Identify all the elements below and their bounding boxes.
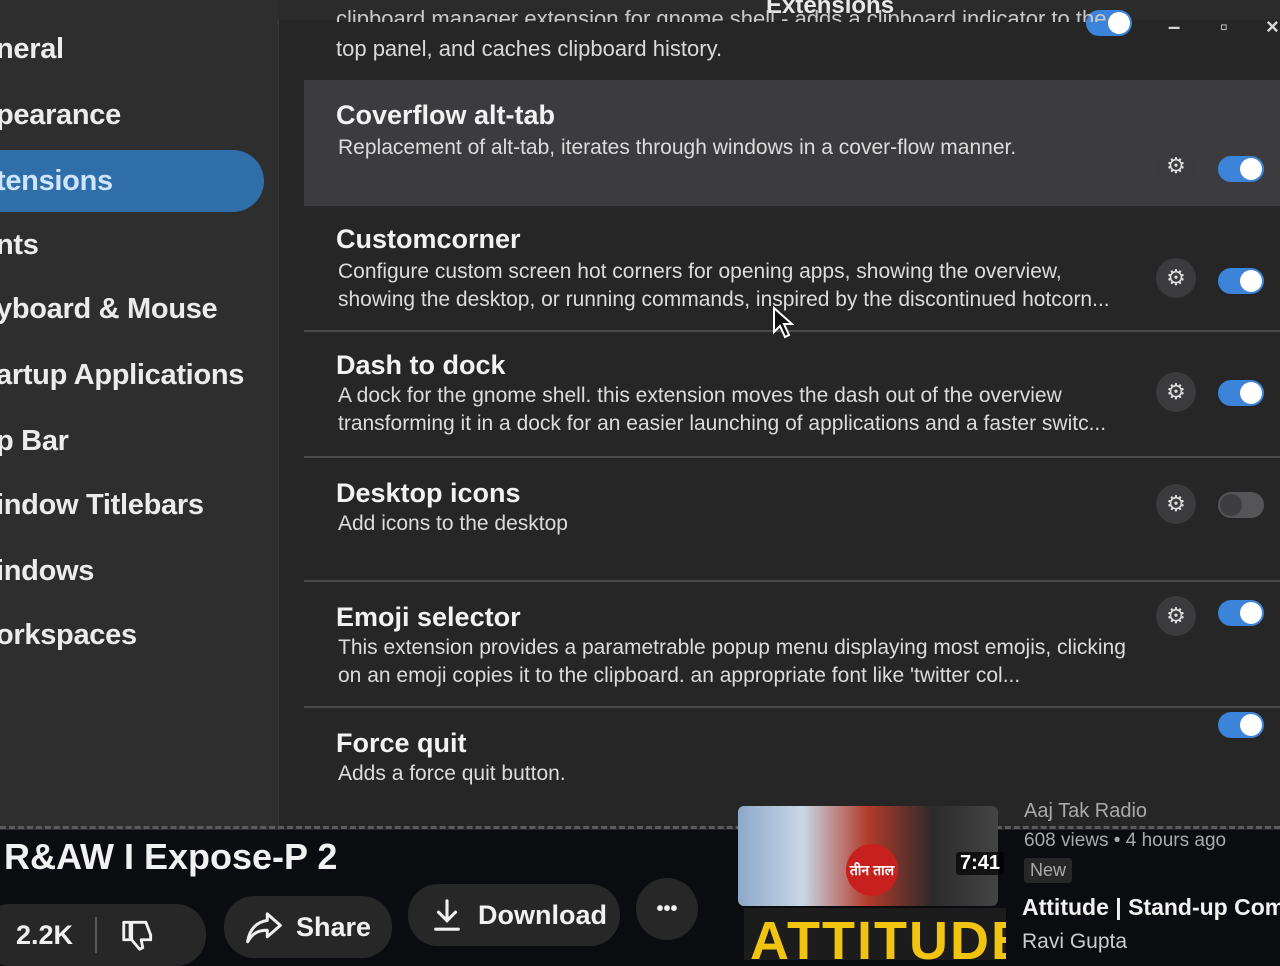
channel-name[interactable]: Ravi Gupta xyxy=(1022,930,1127,954)
extension-desc: Adds a force quit button. xyxy=(338,762,566,785)
download-icon xyxy=(434,899,460,931)
more-actions-button[interactable]: ••• xyxy=(636,878,698,940)
extension-row[interactable]: Coverflow alt-tab Replacement of alt-tab… xyxy=(304,80,1280,206)
download-button[interactable]: Download xyxy=(408,884,620,946)
view-count: 608 views xyxy=(1024,830,1109,851)
sidebar-item-keyboard-mouse[interactable]: yboard & Mouse xyxy=(0,278,262,340)
extension-name: Coverflow alt-tab xyxy=(336,100,556,130)
sidebar-item-extensions[interactable]: tensions xyxy=(0,150,264,212)
extension-toggle[interactable] xyxy=(1218,712,1264,738)
extension-name: Force quit xyxy=(336,728,467,758)
upload-age: 4 hours ago xyxy=(1125,830,1227,851)
extensions-list: clipboard manager extension for gnome sh… xyxy=(304,0,1280,820)
extension-name: Customcorner xyxy=(336,224,521,254)
video-title-link[interactable]: Attitude | Stand-up Comedy xyxy=(1022,894,1280,921)
thumbnail-text: ATTITUDE xyxy=(750,911,1006,960)
extension-name: Emoji selector xyxy=(336,602,521,632)
share-icon xyxy=(246,912,282,944)
previous-extension-desc: top panel, and caches clipboard history. xyxy=(336,36,723,61)
extension-toggle[interactable] xyxy=(1218,380,1264,406)
mouse-cursor-icon xyxy=(773,306,794,339)
settings-sidebar: neral pearance tensions nts yboard & Mou… xyxy=(0,0,279,830)
extension-desc: Configure custom screen hot corners for … xyxy=(338,260,1110,311)
share-button[interactable]: Share xyxy=(224,896,392,958)
share-label: Share xyxy=(296,911,372,942)
sidebar-item-fonts[interactable]: nts xyxy=(0,214,262,276)
toggle-knob xyxy=(1220,494,1242,516)
gear-icon[interactable]: ⚙ xyxy=(1156,372,1196,412)
video-duration: 7:41 xyxy=(956,852,1005,875)
gear-icon[interactable]: ⚙ xyxy=(1156,596,1196,636)
divider xyxy=(95,917,98,953)
dislike-icon[interactable] xyxy=(119,916,157,954)
meta-separator: • xyxy=(1113,830,1126,851)
extension-row[interactable]: Desktop icons Add icons to the desktop ⚙ xyxy=(304,458,1280,582)
toggle-knob xyxy=(1240,382,1262,404)
sidebar-item-top-bar[interactable]: p Bar xyxy=(0,410,262,472)
sidebar-item-appearance[interactable]: pearance xyxy=(0,84,262,146)
extension-toggle[interactable] xyxy=(1218,268,1264,294)
gear-icon[interactable]: ⚙ xyxy=(1156,146,1196,186)
like-count[interactable]: 2.2K xyxy=(16,920,73,951)
extension-desc: Add icons to the desktop xyxy=(338,512,568,535)
channel-name[interactable]: Aaj Tak Radio xyxy=(1024,800,1147,823)
toggle-knob xyxy=(1240,714,1262,736)
gear-icon[interactable]: ⚙ xyxy=(1156,258,1196,298)
previous-extension-desc-top: clipboard manager extension for gnome sh… xyxy=(336,6,1107,22)
extension-row[interactable]: Dash to dock A dock for the gnome shell.… xyxy=(304,332,1280,458)
sidebar-item-startup-applications[interactable]: artup Applications xyxy=(0,344,262,406)
extension-toggle[interactable] xyxy=(1218,156,1264,182)
video-meta: 608 views • 4 hours ago xyxy=(1024,830,1226,852)
sidebar-item-workspaces[interactable]: orkspaces xyxy=(0,604,262,666)
like-dislike-group: 2.2K xyxy=(0,904,206,966)
extension-desc: A dock for the gnome shell. this extensi… xyxy=(338,384,1107,435)
video-title: R&AW I Expose-P 2 xyxy=(4,836,338,877)
new-badge: New xyxy=(1024,858,1073,883)
extension-name: Dash to dock xyxy=(336,350,506,380)
extension-name: Desktop icons xyxy=(336,478,521,508)
extension-toggle[interactable] xyxy=(1218,600,1264,626)
gear-icon[interactable]: ⚙ xyxy=(1156,484,1196,524)
sidebar-item-general[interactable]: neral xyxy=(0,18,262,80)
sidebar-item-window-titlebars[interactable]: indow Titlebars xyxy=(0,474,262,536)
extensions-window: neral pearance tensions nts yboard & Mou… xyxy=(0,0,1280,830)
thumbnail-badge: तीन ताल xyxy=(846,844,898,896)
extension-toggle[interactable] xyxy=(1218,492,1264,518)
extension-row[interactable]: Emoji selector This extension provides a… xyxy=(304,582,1280,708)
toggle-knob xyxy=(1240,158,1262,180)
download-label: Download xyxy=(478,899,607,930)
sidebar-item-windows[interactable]: indows xyxy=(0,540,262,602)
toggle-knob xyxy=(1240,602,1262,624)
toggle-knob xyxy=(1240,270,1262,292)
extension-desc: This extension provides a parametrable p… xyxy=(338,636,1126,687)
divider xyxy=(0,826,1280,829)
video-thumbnail[interactable]: ATTITUDE xyxy=(744,908,1006,960)
extension-desc: Replacement of alt-tab, iterates through… xyxy=(338,136,1017,159)
